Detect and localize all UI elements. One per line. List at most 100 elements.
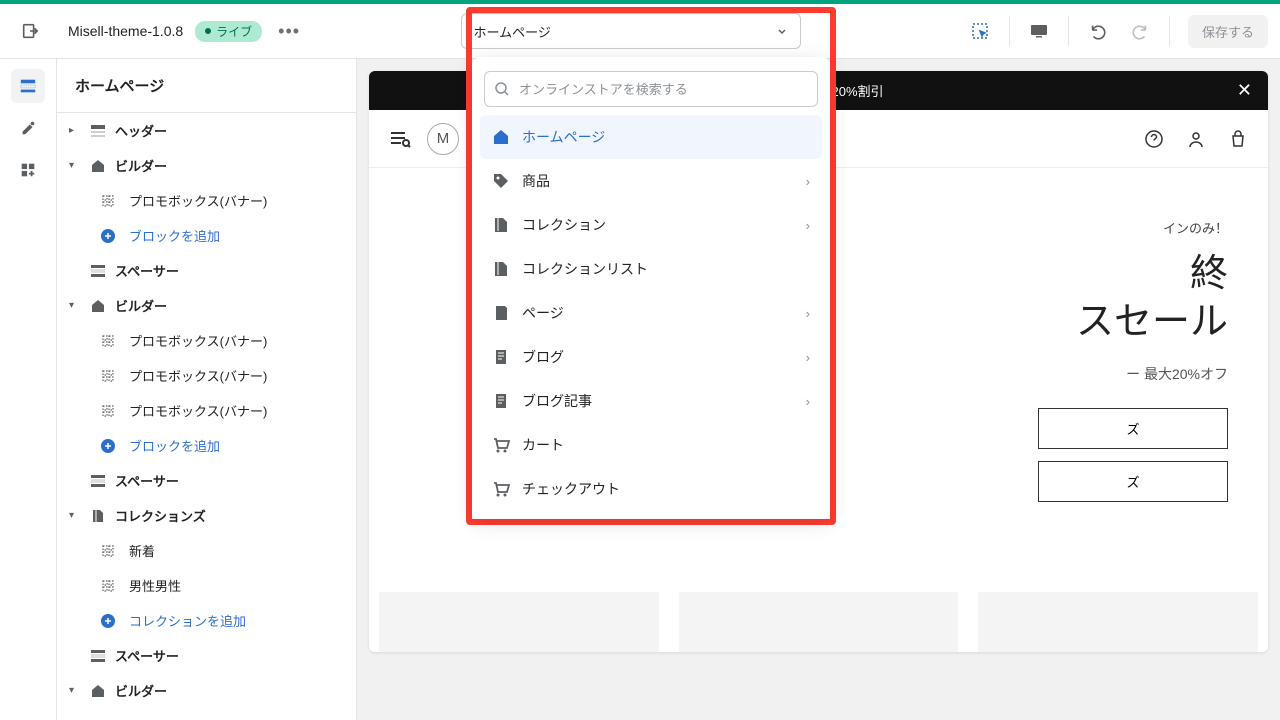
hero-button-1[interactable]: ズ [1038,408,1228,449]
dropdown-search [484,71,818,107]
dropdown-item-label: 商品 [522,171,550,191]
sidebar-title: ホームページ [57,59,356,113]
dropdown-item-7[interactable]: カート [480,423,822,467]
page-dropdown-panel: ホームページ商品›コレクション›コレクションリストページ›ブログ›ブログ記事›カ… [472,57,830,519]
placeholder-card [679,592,959,652]
dropdown-item-icon [492,480,510,498]
section-label: ビルダー [115,156,344,175]
spacer-icon [89,262,107,280]
add-block-button[interactable]: ブロックを追加 [57,428,356,463]
chevron-right-icon: › [806,218,810,233]
block-promo[interactable]: プロモボックス(バナー) [57,393,356,428]
block-icon [99,402,117,420]
chevron-right-icon: › [806,306,810,321]
chevron-right-icon: › [806,174,810,189]
save-button[interactable]: 保存する [1188,15,1268,48]
section-label: スペーサー [115,261,344,280]
home-icon [89,157,107,175]
block-label: 新着 [129,541,344,560]
dropdown-item-label: カート [522,435,564,455]
content-placeholders [369,592,1268,652]
hero-button-2[interactable]: ズ [1038,461,1228,502]
live-badge: ライブ [195,21,262,42]
more-button[interactable]: ••• [278,21,300,42]
search-icon [494,81,510,97]
logo[interactable]: M [427,123,459,155]
section-collections[interactable]: ▾ コレクションズ [57,498,356,533]
dropdown-item-4[interactable]: ページ› [480,291,822,335]
rail-apps[interactable] [11,153,45,187]
dropdown-item-5[interactable]: ブログ› [480,335,822,379]
account-icon[interactable] [1186,129,1206,149]
caret-icon: ▾ [69,510,81,521]
help-icon[interactable] [1144,129,1164,149]
plus-icon [99,612,117,630]
block-label: プロモボックス(バナー) [129,331,344,350]
add-collection-button[interactable]: コレクションを追加 [57,603,356,638]
block-promo[interactable]: プロモボックス(バナー) [57,323,356,358]
section-spacer[interactable]: スペーサー [57,638,356,673]
dropdown-item-3[interactable]: コレクションリスト [480,247,822,291]
block-men[interactable]: 男性男性 [57,568,356,603]
dropdown-item-0[interactable]: ホームページ [480,115,822,159]
block-icon [99,577,117,595]
section-label: ヘッダー [115,121,344,140]
dropdown-item-label: チェックアウト [522,479,620,499]
add-label: コレクションを追加 [129,611,344,630]
rail-sections[interactable] [11,69,45,103]
home-icon [89,297,107,315]
dropdown-item-icon [492,392,510,410]
dropdown-item-8[interactable]: チェックアウト [480,467,822,511]
block-promo[interactable]: プロモボックス(バナー) [57,358,356,393]
block-label: プロモボックス(バナー) [129,366,344,385]
plus-icon [99,437,117,455]
dropdown-item-icon [492,172,510,190]
section-builder[interactable]: ▾ ビルダー [57,288,356,323]
add-label: ブロックを追加 [129,226,344,245]
dropdown-item-icon [492,436,510,454]
add-block-button[interactable]: ブロックを追加 [57,218,356,253]
rail-theme[interactable] [11,111,45,145]
section-builder[interactable]: ▾ ビルダー [57,673,356,708]
dropdown-item-1[interactable]: 商品 › [480,159,822,203]
home-icon [89,682,107,700]
close-icon[interactable]: ✕ [1237,80,1252,101]
section-spacer[interactable]: スペーサー [57,253,356,288]
block-new[interactable]: 新着 [57,533,356,568]
caret-icon: ▾ [69,685,81,696]
caret-icon: ▸ [69,125,81,136]
exit-button[interactable] [12,13,48,49]
dropdown-item-icon [492,348,510,366]
section-label: スペーサー [115,646,344,665]
block-icon [99,192,117,210]
chevron-right-icon: › [806,350,810,365]
header-icon [89,122,107,140]
section-builder[interactable]: ▾ ビルダー [57,148,356,183]
add-label: ブロックを追加 [129,436,344,455]
section-label: コレクションズ [115,506,344,525]
block-icon [99,542,117,560]
block-promo[interactable]: プロモボックス(バナー) [57,183,356,218]
section-spacer[interactable]: スペーサー [57,463,356,498]
left-rail [0,59,57,720]
section-header[interactable]: ▸ ヘッダー [57,113,356,148]
placeholder-card [978,592,1258,652]
search-input[interactable] [484,71,818,107]
page-dropdown-highlight: ホームページ商品›コレクション›コレクションリストページ›ブログ›ブログ記事›カ… [466,7,836,525]
bag-icon[interactable] [1228,129,1248,149]
block-label: 男性男性 [129,576,344,595]
block-label: プロモボックス(バナー) [129,401,344,420]
dropdown-item-2[interactable]: コレクション› [480,203,822,247]
dropdown-item-icon [492,260,510,278]
dropdown-item-label: コレクションリスト [522,259,648,279]
redo-button[interactable] [1121,13,1159,49]
sections-sidebar: ホームページ ▸ ヘッダー ▾ ビルダー プロモボックス(バナー) ブロックを追… [57,59,357,720]
dropdown-item-icon [492,216,510,234]
desktop-view-button[interactable] [1020,13,1058,49]
menu-search-icon[interactable] [389,129,411,149]
undo-button[interactable] [1079,13,1117,49]
inspector-button[interactable] [961,13,999,49]
collection-icon [89,507,107,525]
dropdown-item-6[interactable]: ブログ記事› [480,379,822,423]
block-icon [99,367,117,385]
